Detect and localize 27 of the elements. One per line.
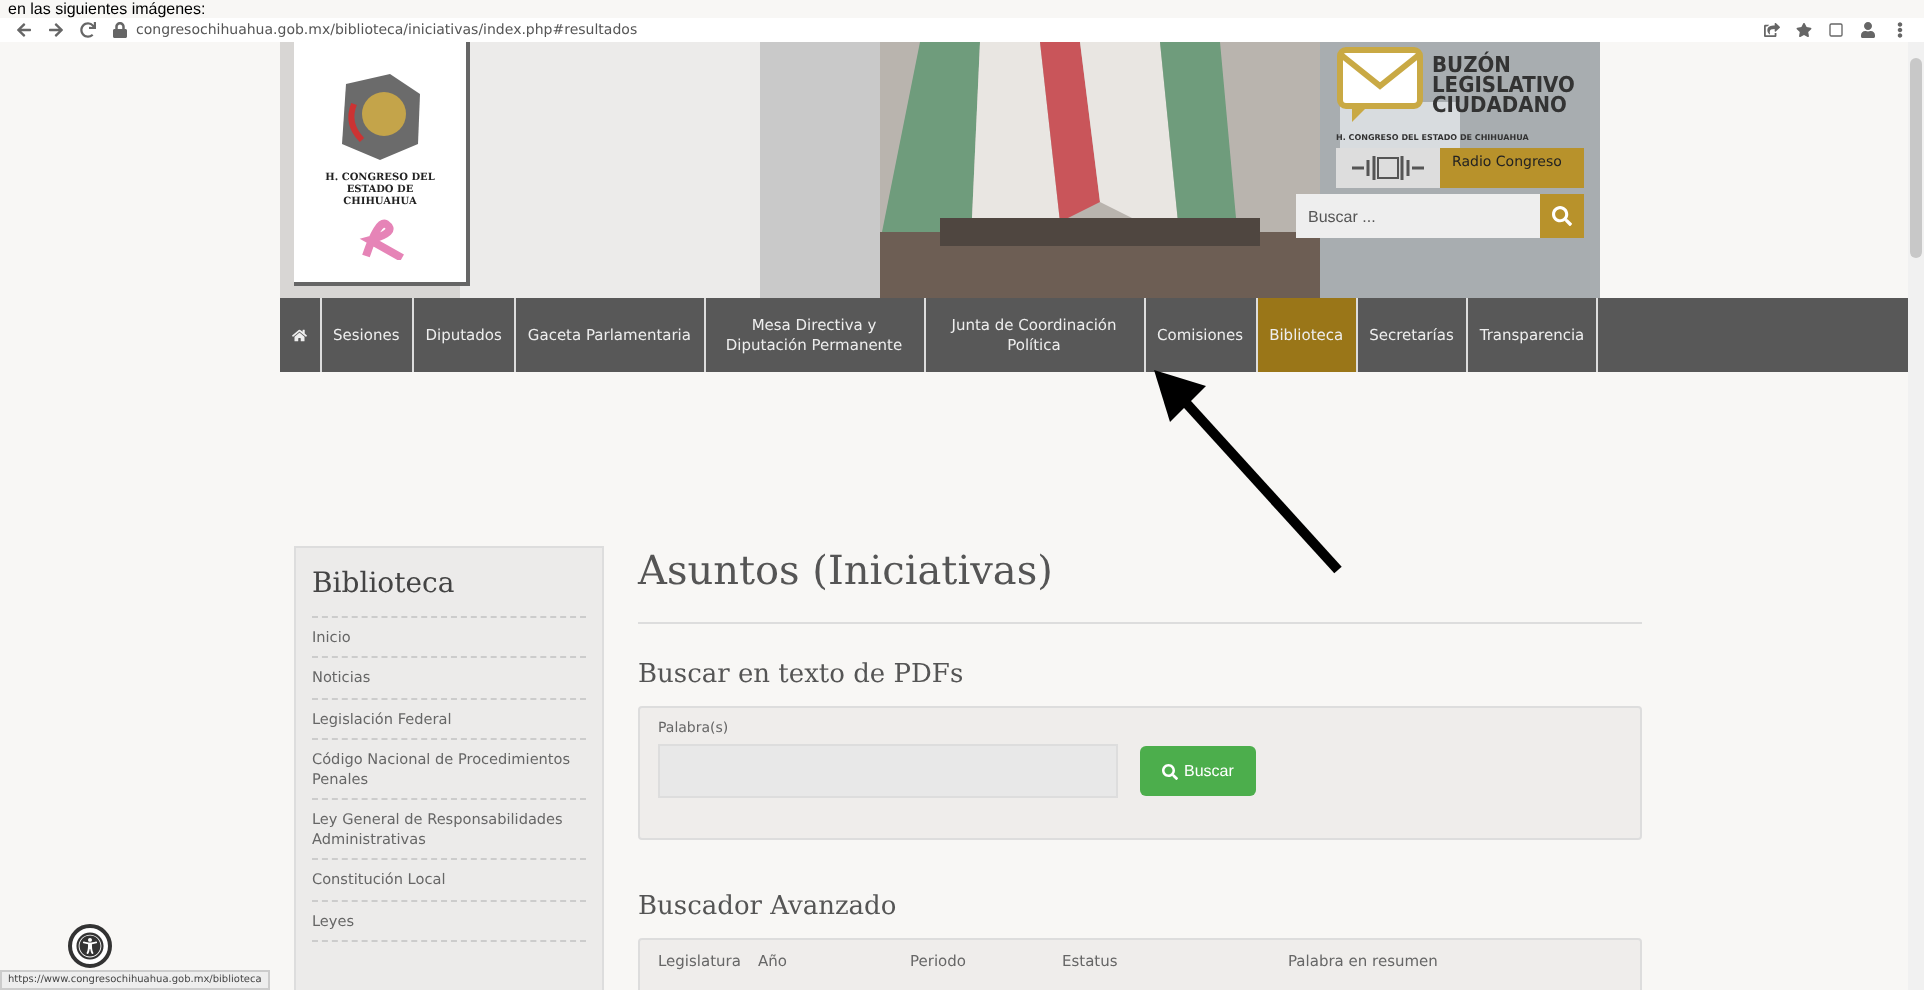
accessibility-icon[interactable] bbox=[68, 924, 112, 968]
search-button[interactable] bbox=[1540, 194, 1584, 238]
logo-text: BUZÓN bbox=[1432, 56, 1511, 76]
section-heading: Buscador Avanzado bbox=[638, 892, 899, 922]
sidebar-title: Biblioteca bbox=[312, 560, 586, 618]
search-icon bbox=[1552, 206, 1572, 226]
scrollbar-thumb[interactable] bbox=[1910, 58, 1922, 258]
forward-icon[interactable] bbox=[48, 22, 64, 38]
sound-wave-icon bbox=[1348, 154, 1428, 182]
logo-text: LEGISLATIVO bbox=[1432, 76, 1575, 96]
logo-text: CIUDADANO bbox=[1432, 96, 1567, 116]
sidebar-icon[interactable] bbox=[1828, 22, 1844, 38]
search-field[interactable]: Buscar ... bbox=[1296, 194, 1540, 238]
back-icon[interactable] bbox=[16, 22, 32, 38]
button-label: Buscar bbox=[1184, 762, 1234, 780]
home-icon bbox=[292, 327, 307, 343]
section-heading: Buscar en texto de PDFs bbox=[638, 660, 966, 690]
share-icon[interactable] bbox=[1764, 22, 1780, 38]
profile-icon[interactable] bbox=[1860, 22, 1876, 38]
menu-icon[interactable] bbox=[1892, 22, 1908, 38]
search-icon bbox=[1162, 763, 1178, 779]
page-title: Asuntos (Iniciativas) bbox=[638, 546, 1642, 624]
document-text: en las siguientes imágenes: bbox=[8, 0, 206, 18]
star-icon[interactable] bbox=[1796, 22, 1812, 38]
envelope-icon bbox=[1336, 46, 1424, 126]
reload-icon[interactable] bbox=[80, 22, 96, 38]
lock-icon bbox=[112, 22, 128, 38]
